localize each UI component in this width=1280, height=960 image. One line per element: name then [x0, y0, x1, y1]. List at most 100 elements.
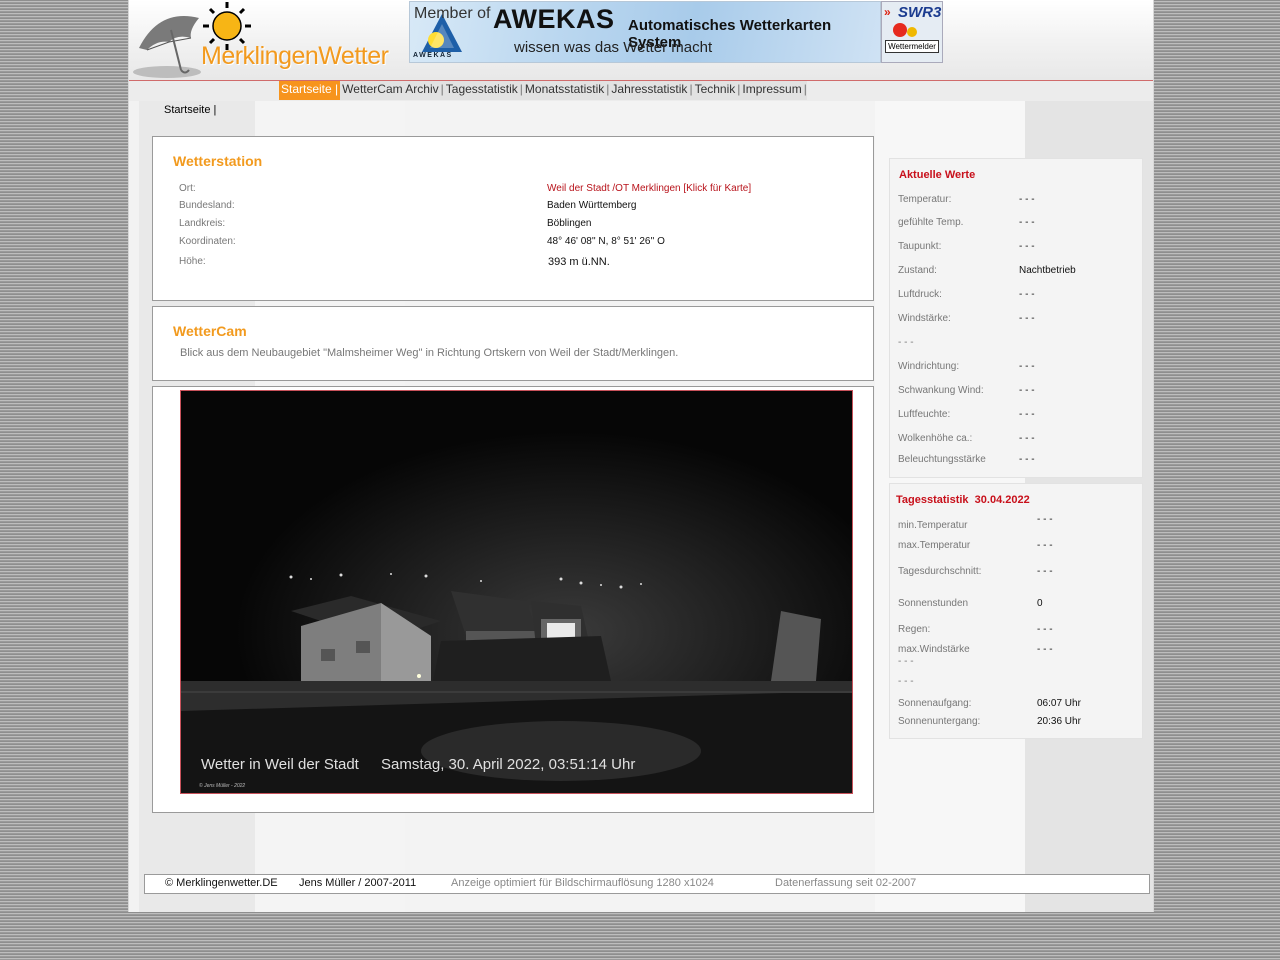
awekas-member-text: Member of	[414, 5, 491, 22]
current-value: - - -	[1019, 454, 1035, 465]
daily-label: Sonnenaufgang:	[898, 698, 972, 709]
station-title: Wetterstation	[173, 153, 263, 169]
nav-label: WetterCam Archiv	[342, 82, 439, 96]
current-value: - - -	[1019, 194, 1035, 205]
site-logo[interactable]: MerklingenWetter	[129, 0, 389, 80]
station-label-koordinaten: Koordinaten:	[179, 236, 236, 247]
swr3-badge[interactable]: » SWR3 Wettermelder	[881, 1, 943, 63]
awekas-slogan: wissen was das Wetter macht	[514, 39, 713, 56]
current-value: - - -	[1019, 409, 1035, 420]
station-value-hoehe: 393 m ü.NN.	[548, 256, 610, 268]
daily-label: Tagesdurchschnitt:	[898, 566, 982, 577]
current-values-title: Aktuelle Werte	[899, 169, 976, 181]
current-label: Windstärke:	[898, 313, 951, 324]
daily-label: Sonnenuntergang:	[898, 716, 981, 727]
nav-label: Technik	[694, 82, 736, 96]
nav-label: Impressum	[742, 82, 802, 96]
nav-label: Tagesstatistik	[445, 82, 518, 96]
nav-item-technik[interactable]: Technik	[693, 81, 738, 100]
current-value: - - -	[1019, 217, 1035, 228]
station-label-landkreis: Landkreis:	[179, 218, 226, 229]
station-box: Wetterstation Ort: Weil der Stadt /OT Me…	[152, 136, 874, 301]
current-label: gefühlte Temp.	[898, 217, 964, 228]
current-value: - - -	[1019, 433, 1035, 444]
cam-overlay-left: Wetter in Weil der Stadt	[201, 756, 360, 773]
daily-label: - - -	[898, 656, 914, 667]
current-value: Nachtbetrieb	[1019, 265, 1076, 276]
logo-text: MerklingenWetter	[201, 42, 389, 70]
daily-value: - - -	[1037, 566, 1053, 577]
nav-item-jahresstatistik[interactable]: Jahresstatistik	[609, 81, 689, 100]
daily-label: min.Temperatur	[898, 520, 968, 531]
main-nav: Startseite | WetterCam Archiv | Tagesstat…	[129, 81, 1153, 101]
daily-label: - - -	[898, 676, 914, 687]
awekas-brand: AWEKAS	[493, 4, 615, 34]
awekas-small-text: AWEKAS	[413, 52, 453, 59]
nav-item-startseite[interactable]: Startseite |	[279, 81, 341, 100]
nav-item-wettercam-archiv[interactable]: WetterCam Archiv	[340, 81, 440, 100]
wettercam-description: Blick aus dem Neubaugebiet "Malmsheimer …	[180, 347, 679, 359]
daily-value: - - -	[1037, 540, 1053, 551]
swr3-logo: SWR3	[898, 4, 942, 21]
station-label-ort: Ort:	[179, 183, 196, 194]
wettercam-image[interactable]: Wetter in Weil der Stadt Samstag, 30. Ap…	[180, 390, 853, 794]
nav-item-impressum[interactable]: Impressum	[740, 81, 803, 100]
nav-label: Jahresstatistik	[611, 82, 688, 96]
chevron-icon: »	[884, 5, 891, 19]
footer-since: Datenerfassung seit 02-2007	[775, 877, 917, 889]
daily-value: - - -	[1037, 514, 1053, 525]
daily-label: max.Windstärke	[898, 644, 970, 655]
current-value: - - -	[1019, 385, 1035, 396]
current-label: Taupunkt:	[898, 241, 942, 252]
nav-separator: |	[803, 82, 807, 96]
current-value: - - -	[1019, 313, 1035, 324]
flame-icon	[893, 23, 917, 37]
awekas-banner[interactable]: Member of AWEKAS Automatisches Wetterkar…	[409, 1, 881, 63]
wettermelder-label: Wettermelder	[885, 40, 939, 53]
station-value-landkreis: Böblingen	[547, 218, 592, 229]
daily-stats-title: Tagesstatistik 30.04.2022	[896, 494, 1030, 506]
footer-author: Jens Müller / 2007-2011	[299, 877, 417, 889]
current-label: Wolkenhöhe ca.:	[898, 433, 973, 444]
footer: © Merklingenwetter.DE Jens Müller / 2007…	[144, 874, 1150, 894]
daily-value: 06:07 Uhr	[1037, 698, 1081, 709]
cam-overlay-right: Samstag, 30. April 2022, 03:51:14 Uhr	[381, 756, 635, 773]
current-label: Luftdruck:	[898, 289, 942, 300]
daily-label: max.Temperatur	[898, 540, 971, 551]
current-label: Zustand:	[898, 265, 937, 276]
current-value: - - -	[1019, 241, 1035, 252]
current-label: - - -	[898, 337, 914, 348]
station-value-koordinaten: 48° 46' 08'' N, 8° 51' 26'' O	[547, 236, 665, 247]
daily-value: 20:36 Uhr	[1037, 716, 1081, 727]
wettercam-title: WetterCam	[173, 323, 247, 339]
current-value: - - -	[1019, 289, 1035, 300]
daily-value: 0	[1037, 598, 1043, 609]
nav-label: Startseite	[281, 82, 332, 96]
header: MerklingenWetter Member of AWEKAS Automa…	[129, 0, 1153, 80]
wettercam-box: WetterCam Blick aus dem Neubaugebiet "Ma…	[152, 306, 874, 381]
current-label: Temperatur:	[898, 194, 952, 205]
current-label: Luftfeuchte:	[898, 409, 951, 420]
breadcrumb: Startseite |	[164, 104, 217, 116]
footer-resolution: Anzeige optimiert für Bildschirmauflösun…	[451, 877, 714, 889]
daily-value: - - -	[1037, 624, 1053, 635]
nav-item-monatsstatistik[interactable]: Monatsstatistik	[523, 81, 606, 100]
current-value: - - -	[1019, 361, 1035, 372]
daily-label: Sonnenstunden	[898, 598, 969, 609]
cam-copyright: © Jens Müller - 2022	[199, 782, 245, 789]
station-value-ort-link[interactable]: Weil der Stadt /OT Merklingen [Klick für…	[547, 183, 751, 194]
station-label-hoehe: Höhe:	[179, 256, 206, 267]
daily-value: - - -	[1037, 644, 1053, 655]
station-value-bundesland: Baden Württemberg	[547, 200, 637, 211]
nav-items: Startseite | WetterCam Archiv | Tagesstat…	[279, 81, 807, 100]
station-label-bundesland: Bundesland:	[179, 200, 235, 211]
daily-label: Regen:	[898, 624, 931, 635]
page-container: MerklingenWetter Member of AWEKAS Automa…	[128, 0, 1154, 912]
nav-label: Monatsstatistik	[524, 82, 605, 96]
footer-site: © Merklingenwetter.DE	[165, 877, 278, 889]
current-label: Windrichtung:	[898, 361, 960, 372]
nav-item-tagesstatistik[interactable]: Tagesstatistik	[444, 81, 520, 100]
current-label: Schwankung Wind:	[898, 385, 984, 396]
current-label: Beleuchtungsstärke	[898, 454, 986, 465]
night-scene-image: Wetter in Weil der Stadt Samstag, 30. Ap…	[181, 391, 852, 793]
